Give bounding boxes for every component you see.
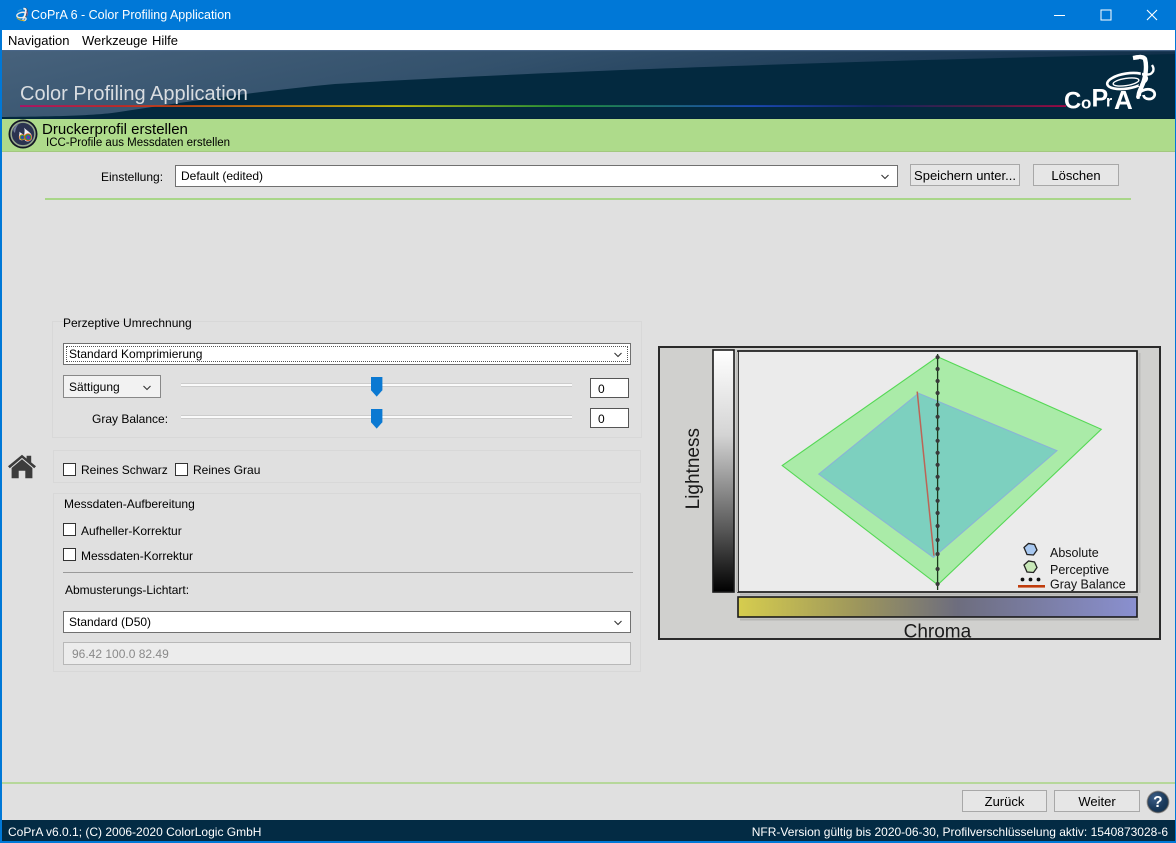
svg-text:C: C: [1064, 88, 1081, 115]
svg-text:o: o: [1081, 94, 1091, 113]
svg-text:Chroma: Chroma: [904, 622, 972, 641]
svg-text:Lightness: Lightness: [683, 428, 704, 509]
svg-text:Absolute: Absolute: [1050, 546, 1099, 560]
svg-text:Gray Balance: Gray Balance: [1050, 578, 1126, 592]
svg-text:?: ?: [1153, 794, 1162, 811]
svg-text:Perceptive: Perceptive: [1050, 563, 1109, 577]
svg-text:Color Profiling Application: Color Profiling Application: [20, 83, 248, 105]
svg-text:r: r: [1106, 94, 1112, 111]
